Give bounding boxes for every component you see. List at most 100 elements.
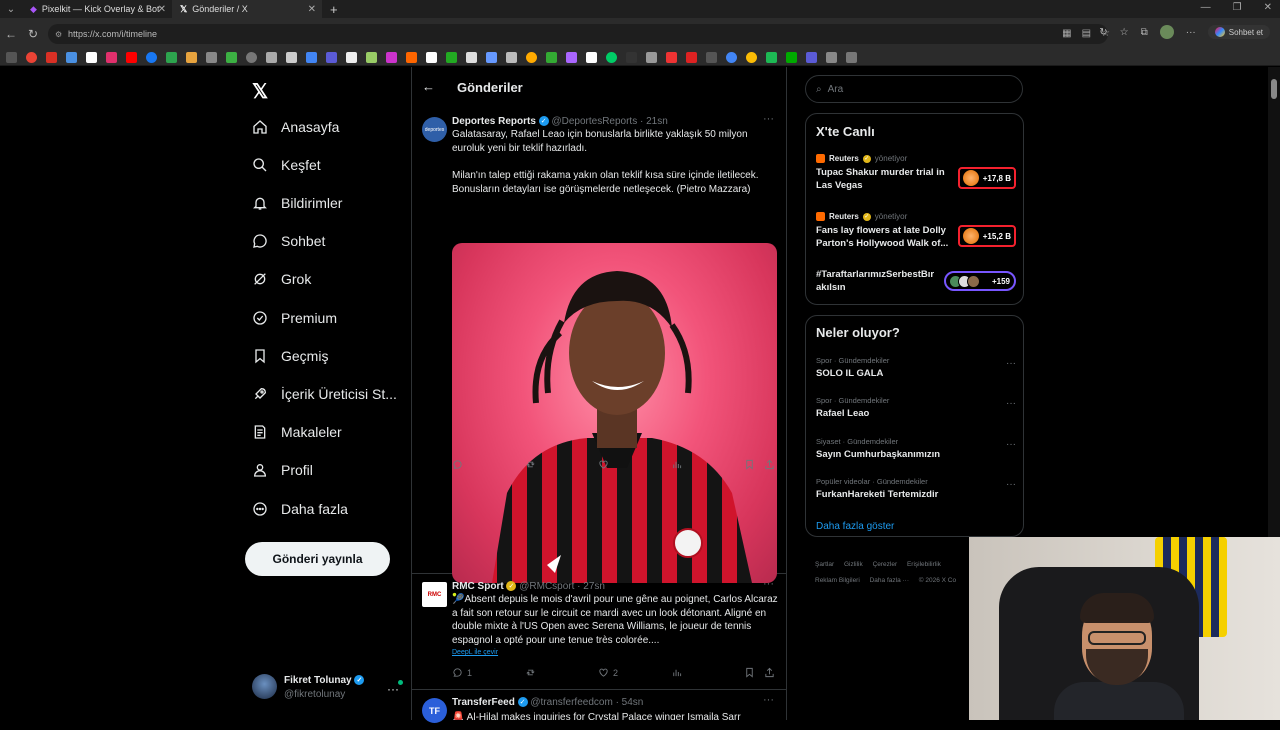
account-switcher[interactable]: Fikret Tolunay ✓ @fikretolunay ··· [250,672,405,706]
copilot-button[interactable]: Sohbet et [1207,25,1270,39]
trend-more-icon[interactable]: ··· [1006,358,1016,369]
bookmark-icon[interactable] [426,52,437,63]
browser-tab-pixelkit[interactable]: ◆ Pixelkit — Kick Overlay & Bot ✕ [22,0,172,18]
bookmark-icon[interactable] [386,52,397,63]
share-icon[interactable] [764,667,775,678]
bookmark-icon[interactable] [246,52,257,63]
live-item[interactable]: #TaraftarlarımızSerbestBırakılsın +159 [816,268,1016,294]
extensions-grid-icon[interactable]: ▦ [1062,28,1071,39]
bookmark-icon[interactable] [186,52,197,63]
bookmark-icon[interactable] [366,52,377,63]
refresh-page-icon[interactable]: ↻ [1099,27,1107,38]
back-icon[interactable]: ← [0,27,22,41]
views-icon[interactable] [671,459,682,470]
footer-link[interactable]: Çerezler [873,561,898,568]
bookmark-icon[interactable] [586,52,597,63]
footer-link[interactable]: Erişilebilirlik [907,561,941,568]
show-more-link[interactable]: Daha fazla göster [816,521,894,532]
bookmark-google-icon[interactable] [26,52,37,63]
bookmark-instagram-icon[interactable] [106,52,117,63]
nav-item-chat[interactable]: Sohbet [252,233,325,249]
tweet-more-icon[interactable]: ··· [763,694,774,706]
trend-item[interactable]: Siyaset · Gündemdekiler Sayın Cumhurbaşk… [816,437,1016,460]
footer-link[interactable]: Daha fazla ··· [870,577,909,584]
bookmark-icon[interactable] [466,52,477,63]
bookmark-icon[interactable] [446,52,457,63]
bookmark-icon[interactable] [706,52,717,63]
tweet-time[interactable]: · 54sn [616,697,644,708]
author-handle[interactable]: @RMCsport [519,581,574,592]
browser-menu-icon[interactable]: ··· [1186,27,1196,38]
tweet-more-icon[interactable]: ··· [763,113,774,125]
bookmark-link-icon[interactable] [846,52,857,63]
bookmark-folder-icon[interactable] [826,52,837,63]
reader-icon[interactable]: ▤ [1082,28,1091,39]
footer-link[interactable]: Gizlilik [844,561,863,568]
live-listeners-badge[interactable]: +15,2 B [958,225,1016,247]
bookmark-icon[interactable] [566,52,577,63]
bookmark-facebook-icon[interactable] [146,52,157,63]
browser-profile-avatar[interactable] [1159,25,1174,39]
back-arrow-icon[interactable]: ← [422,79,435,94]
avatar[interactable]: deportes [422,117,447,142]
bookmark-icon[interactable] [526,52,537,63]
bookmark-icon[interactable] [166,52,177,63]
author-name[interactable]: Deportes Reports [452,116,536,127]
bookmark-icon[interactable] [406,52,417,63]
bookmark-icon[interactable] [646,52,657,63]
translate-link[interactable]: DeepL ile çevir [452,649,498,656]
bookmark-icon[interactable] [486,52,497,63]
scrollbar-thumb[interactable] [1271,79,1277,99]
post-button[interactable]: Gönderi yayınla [245,542,390,576]
repost-icon[interactable] [525,459,536,470]
nav-item-more[interactable]: Daha fazla [252,501,348,517]
trend-item[interactable]: Spor · Gündemdekiler SOLO IL GALA ··· [816,356,1016,379]
close-window-icon[interactable]: ✕ [1264,2,1272,13]
bookmark-icon[interactable] [206,52,217,63]
bookmark-icon[interactable] [806,52,817,63]
tab-list-chevron-icon[interactable]: ⌄ [0,4,22,15]
bookmark-icon[interactable] [226,52,237,63]
bookmark-youtube-icon[interactable] [126,52,137,63]
bookmark-icon[interactable] [306,52,317,63]
tweet-image[interactable] [452,243,777,583]
nav-item-notifications[interactable]: Bildirimler [252,195,342,211]
author-handle[interactable]: @DeportesReports [551,116,637,127]
tweet[interactable]: RMC RMC Sport ✓ @RMCsport · 27sn ··· 🎾Ab… [412,574,786,690]
bookmark-icon[interactable] [506,52,517,63]
nav-item-articles[interactable]: Makaleler [252,424,342,440]
nav-item-premium[interactable]: Premium [252,310,337,326]
trend-item[interactable]: Popüler videolar · Gündemdekiler FurkanH… [816,477,1016,500]
footer-link[interactable]: Reklam Bilgileri [815,577,860,584]
bookmark-icon[interactable] [346,52,357,63]
browser-tab-x[interactable]: 𝕏 Gönderiler / X ✕ [172,0,322,18]
bookmark-icon[interactable] [266,52,277,63]
nav-item-bookmarks[interactable]: Geçmiş [252,348,328,364]
footer-link[interactable]: Şartlar [815,561,834,568]
trend-item[interactable]: Spor · Gündemdekiler Rafael Leao ··· [816,396,1016,419]
like-button[interactable]: 2 [598,667,618,678]
avatar[interactable]: RMC [422,582,447,607]
nav-item-profile[interactable]: Profil [252,462,313,478]
x-logo-icon[interactable]: 𝕏 [252,79,268,104]
author-handle[interactable]: @transferfeedcom [530,697,612,708]
tweet[interactable]: deportes Deportes Reports ✓ @DeportesRep… [412,109,786,583]
trend-more-icon[interactable]: ··· [1006,439,1016,450]
tweet-time[interactable]: · 27sn [577,581,605,592]
bookmark-icon[interactable] [66,52,77,63]
bookmark-icon[interactable] [686,52,697,63]
nav-item-creator-studio[interactable]: İçerik Üreticisi St... [252,386,397,402]
nav-item-explore[interactable]: Keşfet [252,157,321,173]
share-icon[interactable] [764,459,775,470]
search-input[interactable]: ⌕ Ara [805,75,1023,103]
repost-icon[interactable] [525,667,536,678]
bookmark-icon[interactable] [746,52,757,63]
bookmark-icon[interactable] [326,52,337,63]
live-item[interactable]: Reuters ✓ yönetiyor Fans lay flowers at … [816,212,1016,250]
views-icon[interactable] [671,667,682,678]
site-info-icon[interactable]: ⚙ [55,30,62,39]
tweet[interactable]: TF TransferFeed ✓ @transferfeedcom · 54s… [412,690,786,730]
maximize-icon[interactable]: ❐ [1233,2,1242,13]
bookmark-icon[interactable] [666,52,677,63]
close-tab-icon[interactable]: ✕ [158,4,166,15]
